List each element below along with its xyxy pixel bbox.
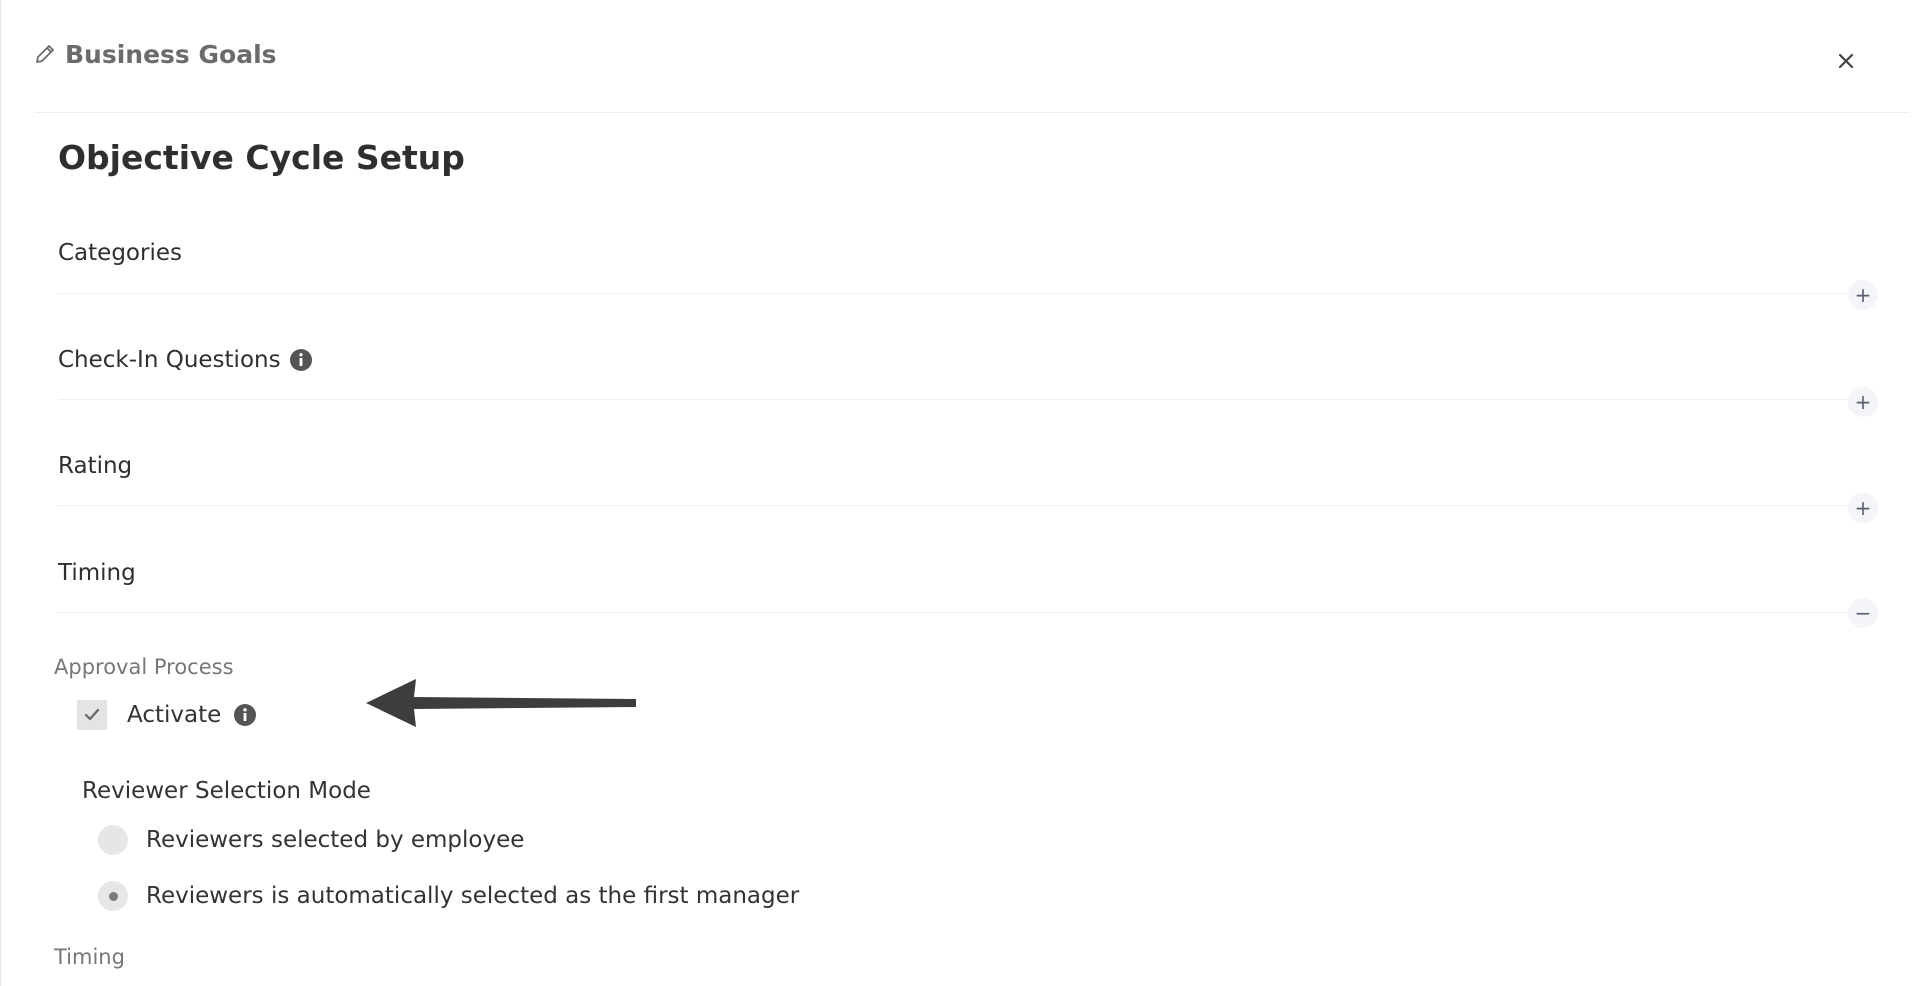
radio-button[interactable] [98, 825, 128, 855]
radio-button-selected[interactable] [98, 881, 128, 911]
close-button[interactable] [1833, 48, 1859, 74]
check-icon [84, 708, 100, 721]
collapse-timing-button[interactable]: − [1848, 598, 1878, 628]
plus-icon: + [1854, 496, 1872, 520]
panel-title: Business Goals [65, 39, 277, 69]
section-divider [58, 612, 1868, 613]
goal-settings-panel: Business Goals Objective Cycle Setup Cat… [0, 0, 1916, 986]
activate-row: Activate [77, 700, 257, 730]
annotation-arrow [366, 677, 641, 741]
section-divider [58, 293, 1868, 294]
pencil-icon [33, 42, 57, 66]
section-divider [58, 399, 1868, 400]
close-icon [1838, 53, 1854, 69]
radio-label: Reviewers selected by employee [146, 827, 525, 853]
activate-label: Activate [127, 702, 222, 728]
panel-header: Business Goals [33, 36, 277, 72]
approval-process-label: Approval Process [54, 655, 234, 679]
info-icon[interactable] [289, 348, 313, 372]
expand-categories-button[interactable]: + [1848, 280, 1878, 310]
info-icon[interactable] [233, 703, 257, 727]
section-check-in-questions: Check-In Questions + [58, 347, 1878, 417]
section-title: Rating [58, 453, 133, 479]
section-rating: Rating + [58, 453, 1878, 523]
radio-option-employee[interactable]: Reviewers selected by employee [98, 825, 524, 855]
section-title: Timing [58, 560, 136, 586]
timing-sub-label: Timing [54, 945, 125, 969]
header-divider [34, 112, 1910, 113]
radio-label: Reviewers is automatically selected as t… [146, 883, 800, 909]
expand-rating-button[interactable]: + [1848, 493, 1878, 523]
page-title: Objective Cycle Setup [58, 138, 465, 177]
reviewer-selection-mode-label: Reviewer Selection Mode [82, 778, 371, 804]
expand-check-in-questions-button[interactable]: + [1848, 387, 1878, 417]
minus-icon: − [1854, 601, 1872, 625]
section-divider [58, 505, 1868, 506]
radio-option-first-manager[interactable]: Reviewers is automatically selected as t… [98, 881, 799, 911]
radio-dot [108, 891, 118, 901]
plus-icon: + [1854, 283, 1872, 307]
plus-icon: + [1854, 390, 1872, 414]
section-timing: Timing − [58, 560, 1878, 628]
activate-checkbox[interactable] [77, 700, 107, 730]
section-title: Check-In Questions [58, 347, 313, 373]
section-title: Categories [58, 240, 182, 266]
section-categories: Categories + [58, 240, 1878, 310]
